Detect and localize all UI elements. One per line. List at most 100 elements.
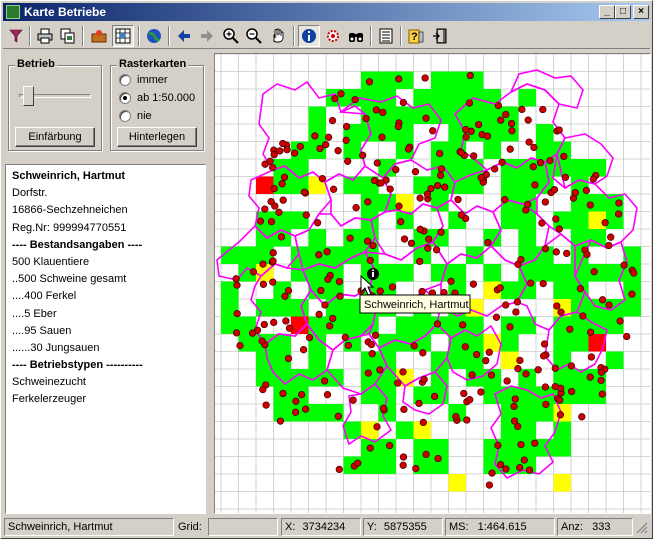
farm-marker[interactable] <box>524 200 532 209</box>
farm-marker[interactable] <box>524 116 532 124</box>
farm-marker[interactable] <box>488 469 496 477</box>
farm-marker[interactable] <box>538 219 546 227</box>
farm-marker[interactable] <box>539 352 548 360</box>
open-button[interactable] <box>88 25 110 47</box>
farm-marker[interactable] <box>385 441 394 450</box>
farm-marker[interactable] <box>299 346 308 354</box>
farm-marker[interactable] <box>416 257 424 266</box>
farm-marker[interactable] <box>351 96 359 104</box>
farm-marker[interactable] <box>275 208 283 216</box>
radio-button[interactable] <box>119 74 131 86</box>
farm-marker[interactable] <box>269 257 277 265</box>
exit-button[interactable] <box>429 25 451 47</box>
farm-marker[interactable] <box>542 400 550 409</box>
maximize-button[interactable]: □ <box>615 5 631 19</box>
map-canvas[interactable]: Schweinrich, Hartmut <box>215 54 650 513</box>
farm-marker[interactable] <box>416 194 424 202</box>
farm-marker[interactable] <box>614 210 623 218</box>
farm-marker[interactable] <box>352 204 360 212</box>
farm-marker[interactable] <box>342 122 351 131</box>
farm-marker[interactable] <box>516 463 524 472</box>
farm-marker[interactable] <box>615 199 623 207</box>
forward-button[interactable] <box>196 25 218 47</box>
farm-marker[interactable] <box>363 237 372 245</box>
farm-marker[interactable] <box>526 279 535 287</box>
farm-marker[interactable] <box>430 392 439 401</box>
farm-marker[interactable] <box>513 298 522 306</box>
farm-marker[interactable] <box>297 391 306 399</box>
selected-farm-marker[interactable] <box>367 268 379 280</box>
farm-marker[interactable] <box>462 126 470 134</box>
farm-marker[interactable] <box>518 105 526 114</box>
farm-marker[interactable] <box>422 114 430 122</box>
farm-marker[interactable] <box>555 126 563 134</box>
farm-marker[interactable] <box>534 366 542 374</box>
farm-marker[interactable] <box>368 350 376 358</box>
farm-marker[interactable] <box>335 277 344 286</box>
farm-marker[interactable] <box>551 364 559 372</box>
farm-marker[interactable] <box>279 196 287 204</box>
resize-grip-icon[interactable] <box>636 522 648 534</box>
farm-marker[interactable] <box>477 388 485 396</box>
farm-marker[interactable] <box>323 391 332 399</box>
farm-marker[interactable] <box>601 219 609 227</box>
farm-marker[interactable] <box>494 101 503 110</box>
farm-marker[interactable] <box>620 261 628 269</box>
farm-marker[interactable] <box>411 168 420 176</box>
farm-marker[interactable] <box>260 320 268 329</box>
farm-marker[interactable] <box>463 416 471 424</box>
settings-button[interactable] <box>322 25 344 47</box>
pan-button[interactable] <box>267 25 289 47</box>
farm-marker[interactable] <box>232 329 241 337</box>
farm-marker[interactable] <box>437 165 446 173</box>
farm-marker[interactable] <box>379 108 387 117</box>
farm-marker[interactable] <box>502 110 510 119</box>
farm-marker[interactable] <box>457 149 465 157</box>
farm-marker[interactable] <box>452 413 460 421</box>
farm-marker[interactable] <box>379 404 388 412</box>
grid-button[interactable] <box>112 25 134 47</box>
farm-marker[interactable] <box>369 241 377 250</box>
farm-marker[interactable] <box>425 235 433 243</box>
farm-marker[interactable] <box>597 376 605 385</box>
farm-marker[interactable] <box>597 368 606 376</box>
farm-marker[interactable] <box>586 328 595 336</box>
farm-marker[interactable] <box>552 215 560 223</box>
farm-marker[interactable] <box>376 287 384 295</box>
farm-marker[interactable] <box>520 456 528 464</box>
farm-marker[interactable] <box>344 341 352 350</box>
farm-marker[interactable] <box>392 166 400 174</box>
farm-marker[interactable] <box>506 323 514 331</box>
farm-marker[interactable] <box>474 120 483 129</box>
farm-marker[interactable] <box>279 139 287 148</box>
farm-marker[interactable] <box>491 165 499 173</box>
farm-marker[interactable] <box>623 332 631 341</box>
farm-marker[interactable] <box>433 320 442 328</box>
farm-marker[interactable] <box>300 188 308 196</box>
farm-marker[interactable] <box>507 119 516 128</box>
farm-marker[interactable] <box>424 244 432 252</box>
farm-marker[interactable] <box>465 99 474 107</box>
farm-marker[interactable] <box>541 198 549 206</box>
farm-marker[interactable] <box>412 464 420 473</box>
farm-marker[interactable] <box>285 324 294 332</box>
farm-marker[interactable] <box>466 396 474 404</box>
zoom-out-button[interactable] <box>243 25 265 47</box>
farm-marker[interactable] <box>270 184 278 193</box>
farm-marker[interactable] <box>605 301 613 309</box>
farm-marker[interactable] <box>556 411 565 419</box>
farm-marker[interactable] <box>607 233 615 241</box>
farm-marker[interactable] <box>497 116 505 124</box>
farm-marker[interactable] <box>561 173 570 182</box>
farm-marker[interactable] <box>539 279 547 288</box>
farm-marker[interactable] <box>335 465 343 474</box>
farm-marker[interactable] <box>410 342 418 350</box>
farm-marker[interactable] <box>496 284 504 292</box>
print-button[interactable] <box>34 25 56 47</box>
farm-marker[interactable] <box>485 481 494 489</box>
farm-marker[interactable] <box>512 308 520 316</box>
farm-marker[interactable] <box>466 71 474 80</box>
farm-marker[interactable] <box>416 225 424 233</box>
farm-marker[interactable] <box>415 399 423 408</box>
farm-marker[interactable] <box>259 385 267 394</box>
